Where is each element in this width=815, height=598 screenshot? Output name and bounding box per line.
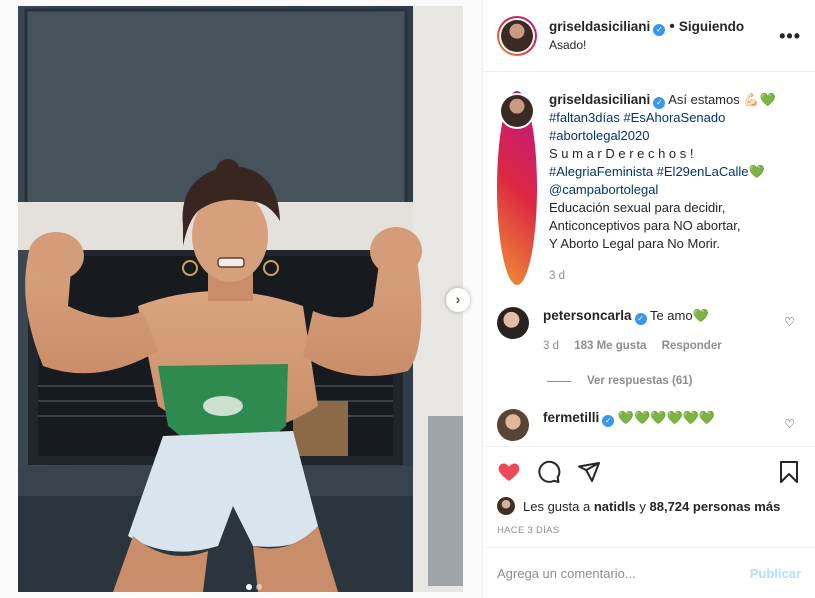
replies-divider [547, 380, 571, 382]
carousel-indicator [246, 584, 262, 590]
verified-badge-icon: ✓ [653, 23, 666, 36]
chevron-right-icon: › [455, 291, 461, 307]
separator-dot: • [669, 17, 675, 35]
post-actions: Les gusta a natidls y 88,724 personas má… [483, 446, 815, 536]
caption-mention[interactable]: @campabortolegal [549, 181, 776, 199]
author-username[interactable]: griseldasiciliani [549, 19, 650, 34]
commenter-username[interactable]: fermetilli [543, 410, 599, 425]
caption-line: S u m a r D e r e c h o s ! [549, 146, 694, 161]
action-icons-row [497, 457, 801, 487]
commenter-avatar[interactable] [497, 409, 529, 441]
comment-text: 💚💚💚💚💚💚 [617, 410, 716, 425]
comment-item: petersoncarla ✓ Te amo💚 3 d 183 Me gusta … [497, 307, 801, 355]
view-replies-label: Ver respuestas (61) [587, 375, 693, 387]
comment-timestamp[interactable]: 3 d [543, 340, 559, 352]
commenter-avatar[interactable] [497, 307, 529, 339]
likes-count-link[interactable]: 88,724 personas más [650, 499, 781, 514]
heart-filled-icon[interactable] [497, 460, 521, 484]
caption-username[interactable]: griseldasiciliani [549, 92, 650, 107]
post-side-panel: griseldasiciliani ✓ • Siguiendo Asado! ••• … [482, 0, 815, 598]
author-avatar[interactable] [501, 19, 533, 52]
carousel-next-button[interactable]: › [446, 288, 470, 312]
post-location[interactable]: Asado! [549, 36, 744, 54]
caption-line: Anticonceptivos para NO abortar, [549, 218, 741, 233]
publish-button[interactable]: Publicar [750, 566, 801, 581]
liker-username[interactable]: natidls [594, 499, 636, 514]
caption-line: Educación sexual para decidir, [549, 200, 726, 215]
following-button[interactable]: Siguiendo [679, 19, 744, 34]
carousel-dot-active [246, 584, 252, 590]
reply-button[interactable]: Responder [662, 340, 722, 352]
comment-likes-count[interactable]: 183 Me gusta [574, 340, 646, 352]
view-replies-button[interactable]: Ver respuestas (61) [547, 375, 801, 387]
likes-connector: y [639, 498, 646, 514]
caption-line: Y Aborto Legal para No Morir. [549, 236, 721, 251]
share-send-icon[interactable] [577, 460, 601, 484]
caption-avatar-ring[interactable] [497, 91, 537, 285]
comment-item: fermetilli ✓ 💚💚💚💚💚💚 ♡ [497, 409, 801, 441]
post-header: griseldasiciliani ✓ • Siguiendo Asado! ••• [483, 0, 815, 72]
caption-hashtag[interactable]: #abortolegal2020 [549, 127, 776, 145]
post-age[interactable]: HACE 3 DÍAS [497, 525, 801, 536]
author-avatar-ring[interactable] [497, 15, 537, 56]
add-comment-bar: Publicar [483, 547, 815, 598]
comment-text: Te amo💚 [649, 308, 709, 323]
caption-timestamp[interactable]: 3 d [549, 267, 776, 285]
carousel-dot [256, 584, 262, 590]
caption-line: Así estamos 💪🏻💚 [668, 92, 776, 107]
comment-like-heart-icon[interactable]: ♡ [784, 315, 795, 329]
bookmark-icon[interactable] [777, 460, 801, 484]
verified-badge-icon: ✓ [634, 313, 647, 325]
post-photo[interactable] [18, 6, 463, 592]
caption-hashtags[interactable]: #faltan3días #EsAhoraSenado [549, 109, 776, 127]
likes-summary: Les gusta a natidls y 88,724 personas má… [497, 497, 801, 515]
comment-icon[interactable] [537, 460, 561, 484]
likes-prefix: Les gusta a [523, 498, 591, 514]
add-comment-input[interactable] [497, 565, 750, 581]
verified-badge-icon: ✓ [602, 415, 615, 427]
post-caption: griseldasiciliani ✓ Así estamos 💪🏻💚 #falt… [497, 91, 801, 285]
comment-like-heart-icon[interactable]: ♡ [784, 417, 795, 431]
verified-badge-icon: ✓ [653, 97, 666, 109]
caption-hashtags[interactable]: #AlegriaFeminista #El29enLaCalle💚 [549, 163, 776, 181]
comments-list[interactable]: griseldasiciliani ✓ Así estamos 💪🏻💚 #falt… [483, 73, 815, 445]
post-image [18, 6, 463, 592]
liker-avatar[interactable] [497, 497, 515, 515]
more-horizontal-icon[interactable]: ••• [779, 26, 801, 47]
post-modal: › griseldasiciliani ✓ • Siguiendo Asado! ••… [0, 0, 815, 598]
commenter-username[interactable]: petersoncarla [543, 308, 632, 323]
caption-avatar[interactable] [501, 95, 533, 127]
